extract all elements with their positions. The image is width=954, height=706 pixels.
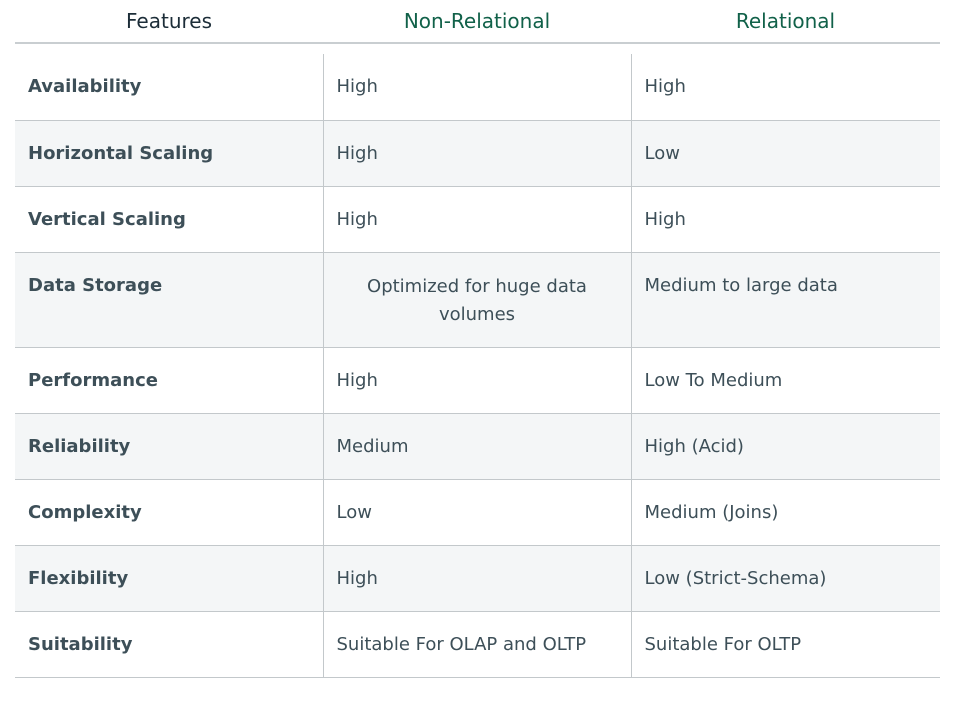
feature-cell: Suitability: [15, 611, 323, 678]
feature-cell: Vertical Scaling: [15, 186, 323, 253]
comparison-table: Features Non-Relational Relational Avail…: [15, 0, 940, 678]
relational-cell: Low (Strict-Schema): [630, 545, 940, 612]
non-relational-cell: Medium: [322, 413, 631, 480]
relational-cell: Suitable For OLTP: [630, 611, 940, 678]
feature-cell: Reliability: [15, 413, 323, 480]
table-row: Complexity Low Medium (Joins): [15, 479, 940, 546]
table-row: Suitability Suitable For OLAP and OLTP S…: [15, 611, 940, 678]
table-row: Reliability Medium High (Acid): [15, 413, 940, 480]
relational-cell: Medium to large data: [630, 252, 940, 348]
feature-cell: Availability: [15, 54, 323, 121]
relational-cell: Medium (Joins): [630, 479, 940, 546]
table-row: Performance High Low To Medium: [15, 347, 940, 414]
table-header: Features Non-Relational Relational: [15, 0, 940, 54]
feature-cell: Performance: [15, 347, 323, 414]
header-relational: Relational: [631, 0, 940, 44]
table-row: Horizontal Scaling High Low: [15, 120, 940, 187]
feature-cell: Horizontal Scaling: [15, 120, 323, 187]
relational-cell: High: [630, 54, 940, 121]
table-row: Data Storage Optimized for huge data vol…: [15, 252, 940, 348]
relational-cell: High: [630, 186, 940, 253]
non-relational-cell: High: [322, 120, 631, 187]
non-relational-cell: High: [322, 186, 631, 253]
non-relational-cell: High: [322, 54, 631, 121]
feature-cell: Flexibility: [15, 545, 323, 612]
header-non-relational: Non-Relational: [323, 0, 631, 44]
non-relational-cell: Low: [322, 479, 631, 546]
feature-cell: Data Storage: [15, 252, 323, 348]
feature-cell: Complexity: [15, 479, 323, 546]
header-features: Features: [15, 0, 323, 44]
table-body: Availability High High Horizontal Scalin…: [15, 54, 940, 678]
table-row: Availability High High: [15, 54, 940, 121]
table-row: Flexibility High Low (Strict-Schema): [15, 545, 940, 612]
non-relational-cell: High: [322, 347, 631, 414]
non-relational-cell: High: [322, 545, 631, 612]
table-row: Vertical Scaling High High: [15, 186, 940, 253]
relational-cell: Low: [630, 120, 940, 187]
non-relational-cell: Suitable For OLAP and OLTP: [322, 611, 631, 678]
header-row: Features Non-Relational Relational: [15, 0, 940, 44]
non-relational-cell: Optimized for huge data volumes: [322, 252, 631, 348]
relational-cell: High (Acid): [630, 413, 940, 480]
relational-cell: Low To Medium: [630, 347, 940, 414]
